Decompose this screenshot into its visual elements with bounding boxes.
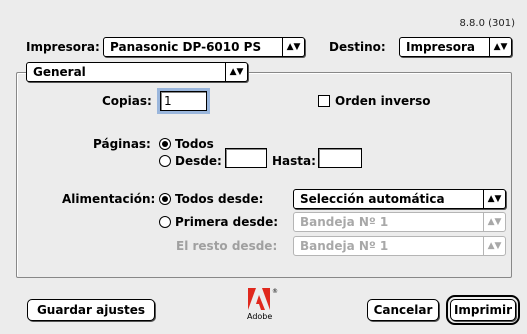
pages-from-radio[interactable] (159, 155, 171, 167)
adobe-logo-icon: ® Adobe (245, 288, 281, 330)
pages-all-radio[interactable] (159, 138, 171, 150)
up-down-arrows-icon: ▲▼ (483, 213, 505, 231)
up-down-arrows-icon: ▲▼ (489, 38, 511, 56)
feed-rest-popup-value: Bandeja Nº 1 (300, 239, 389, 253)
feed-rest-popup[interactable]: Bandeja Nº 1 ▲▼ (293, 236, 506, 256)
pages-from-label: Desde: (175, 154, 222, 168)
section-popup-value: General (33, 65, 86, 79)
feed-first-popup[interactable]: Bandeja Nº 1 ▲▼ (293, 212, 506, 232)
print-button[interactable]: Imprimir (446, 295, 520, 325)
registered-mark: ® (272, 288, 278, 295)
reverse-order-label: Orden inverso (335, 94, 431, 108)
pages-from-field[interactable] (225, 148, 267, 168)
copies-label: Copias: (102, 94, 152, 108)
pages-to-label: Hasta: (272, 154, 316, 168)
feed-all-popup-value: Selección automática (300, 192, 445, 206)
feed-first-popup-value: Bandeja Nº 1 (300, 215, 389, 229)
printer-popup[interactable]: Panasonic DP-6010 PS ▲▼ (103, 37, 305, 57)
feed-all-popup[interactable]: Selección automática ▲▼ (293, 189, 506, 209)
up-down-arrows-icon: ▲▼ (282, 38, 304, 56)
feed-all-radio[interactable] (159, 193, 171, 205)
cancel-button[interactable]: Cancelar (367, 299, 439, 321)
version-label: 8.8.0 (301) (459, 18, 515, 29)
printer-label: Impresora: (26, 40, 100, 54)
pages-label: Páginas: (93, 137, 151, 151)
printer-popup-value: Panasonic DP-6010 PS (110, 40, 262, 54)
destination-label: Destino: (329, 40, 386, 54)
up-down-arrows-icon: ▲▼ (483, 190, 505, 208)
up-down-arrows-icon: ▲▼ (225, 63, 247, 81)
section-popup[interactable]: General ▲▼ (26, 62, 248, 82)
feed-first-radio[interactable] (159, 216, 171, 228)
copies-field[interactable]: 1 (157, 88, 210, 114)
save-settings-button[interactable]: Guardar ajustes (27, 299, 155, 321)
reverse-order-checkbox[interactable] (318, 95, 330, 107)
feed-all-label: Todos desde: (175, 192, 264, 206)
feed-first-label: Primera desde: (175, 215, 279, 229)
up-down-arrows-icon: ▲▼ (483, 237, 505, 255)
feed-label: Alimentación: (62, 192, 156, 206)
feed-rest-label: El resto desde: (176, 239, 278, 253)
pages-all-label: Todos (175, 137, 214, 151)
adobe-wordmark: Adobe (247, 312, 273, 321)
destination-popup[interactable]: Impresora ▲▼ (399, 37, 512, 57)
pages-to-field[interactable] (318, 148, 362, 168)
destination-popup-value: Impresora (406, 40, 476, 54)
adobe-mark-icon (248, 288, 270, 310)
